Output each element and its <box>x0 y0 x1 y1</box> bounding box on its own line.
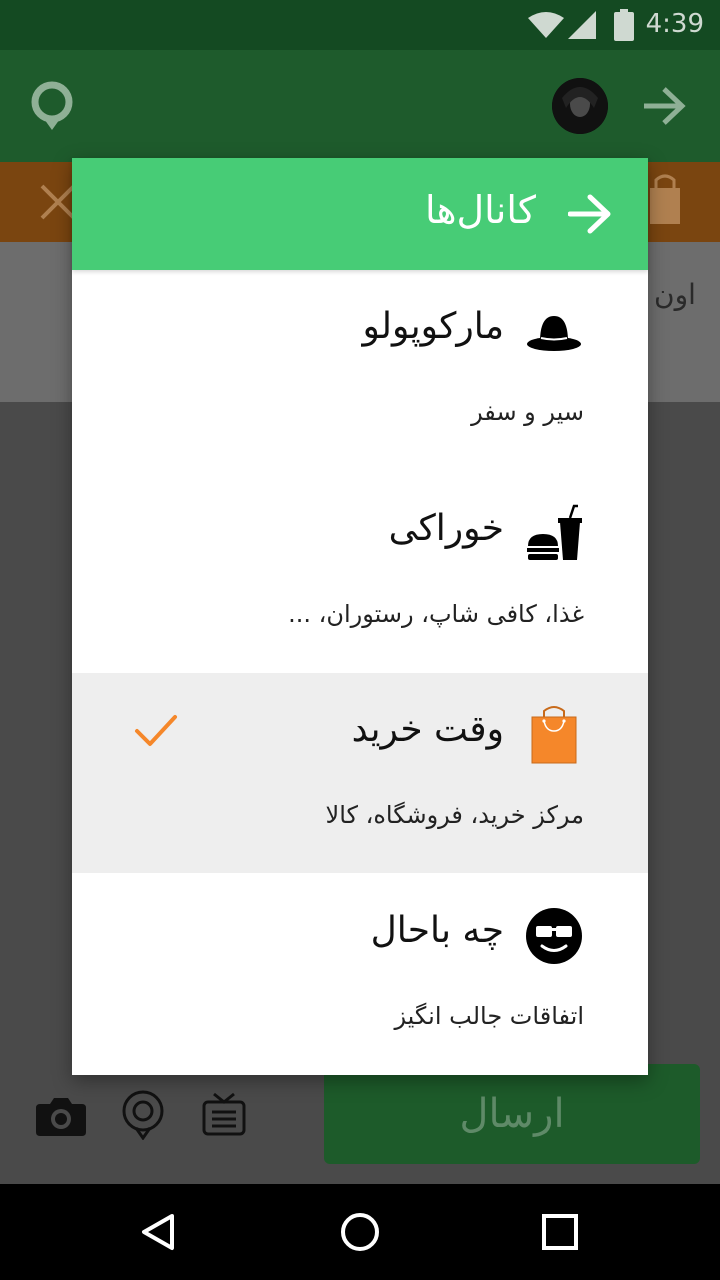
cool-face-icon <box>524 906 584 966</box>
channel-subtitle: غذا، کافی شاپ، رستوران، ... <box>288 600 584 628</box>
channels-dialog: کانال‌ها مارکوپولو سیر و سفر خوراکی غذا،… <box>72 158 648 1075</box>
partial-text: اون <box>654 278 696 311</box>
dialog-title: کانال‌ها <box>424 188 536 232</box>
close-icon[interactable] <box>40 184 76 224</box>
location-pin-icon[interactable] <box>120 1090 166 1144</box>
channel-title: وقت خرید <box>351 709 504 750</box>
channel-subtitle: اتفاقات جالب انگیز <box>394 1002 584 1030</box>
navigation-bar <box>0 1184 720 1280</box>
channel-item-marcopolo[interactable]: مارکوپولو سیر و سفر <box>72 270 648 470</box>
channel-item-food[interactable]: خوراکی غذا، کافی شاپ، رستوران، ... <box>72 472 648 672</box>
nav-recents-icon[interactable] <box>540 1212 580 1256</box>
channel-title: چه باحال <box>370 910 504 951</box>
camera-icon[interactable] <box>36 1096 86 1140</box>
channel-item-cool[interactable]: چه باحال اتفاقات جالب انگیز <box>72 874 648 1074</box>
app-header <box>0 50 720 162</box>
location-icon[interactable] <box>28 80 76 136</box>
check-icon <box>134 713 178 753</box>
forward-arrow-icon[interactable] <box>640 86 688 130</box>
shopping-bag-icon <box>524 705 584 765</box>
status-time: 4:39 <box>645 9 704 39</box>
wifi-icon <box>528 12 564 42</box>
cellular-icon <box>568 11 596 43</box>
channel-item-shopping[interactable]: وقت خرید مرکز خرید، فروشگاه، کالا <box>72 673 648 873</box>
battery-icon <box>614 9 634 45</box>
channel-subtitle: سیر و سفر <box>471 398 584 426</box>
compose-bar: ارسال <box>0 1060 720 1184</box>
shopping-bag-icon <box>650 174 680 228</box>
dialog-header: کانال‌ها <box>72 158 648 270</box>
avatar[interactable] <box>552 78 608 134</box>
nav-back-icon[interactable] <box>138 1212 178 1256</box>
send-button[interactable]: ارسال <box>324 1064 700 1164</box>
channel-subtitle: مرکز خرید، فروشگاه، کالا <box>325 801 584 829</box>
hat-icon <box>524 302 584 362</box>
channel-title: خوراکی <box>388 508 504 549</box>
channel-title: مارکوپولو <box>362 306 504 347</box>
tv-icon[interactable] <box>200 1090 248 1142</box>
back-arrow-icon[interactable] <box>567 194 612 238</box>
nav-home-icon[interactable] <box>338 1210 382 1258</box>
status-bar: 4:39 <box>0 0 720 50</box>
burger-drink-icon <box>524 504 584 564</box>
